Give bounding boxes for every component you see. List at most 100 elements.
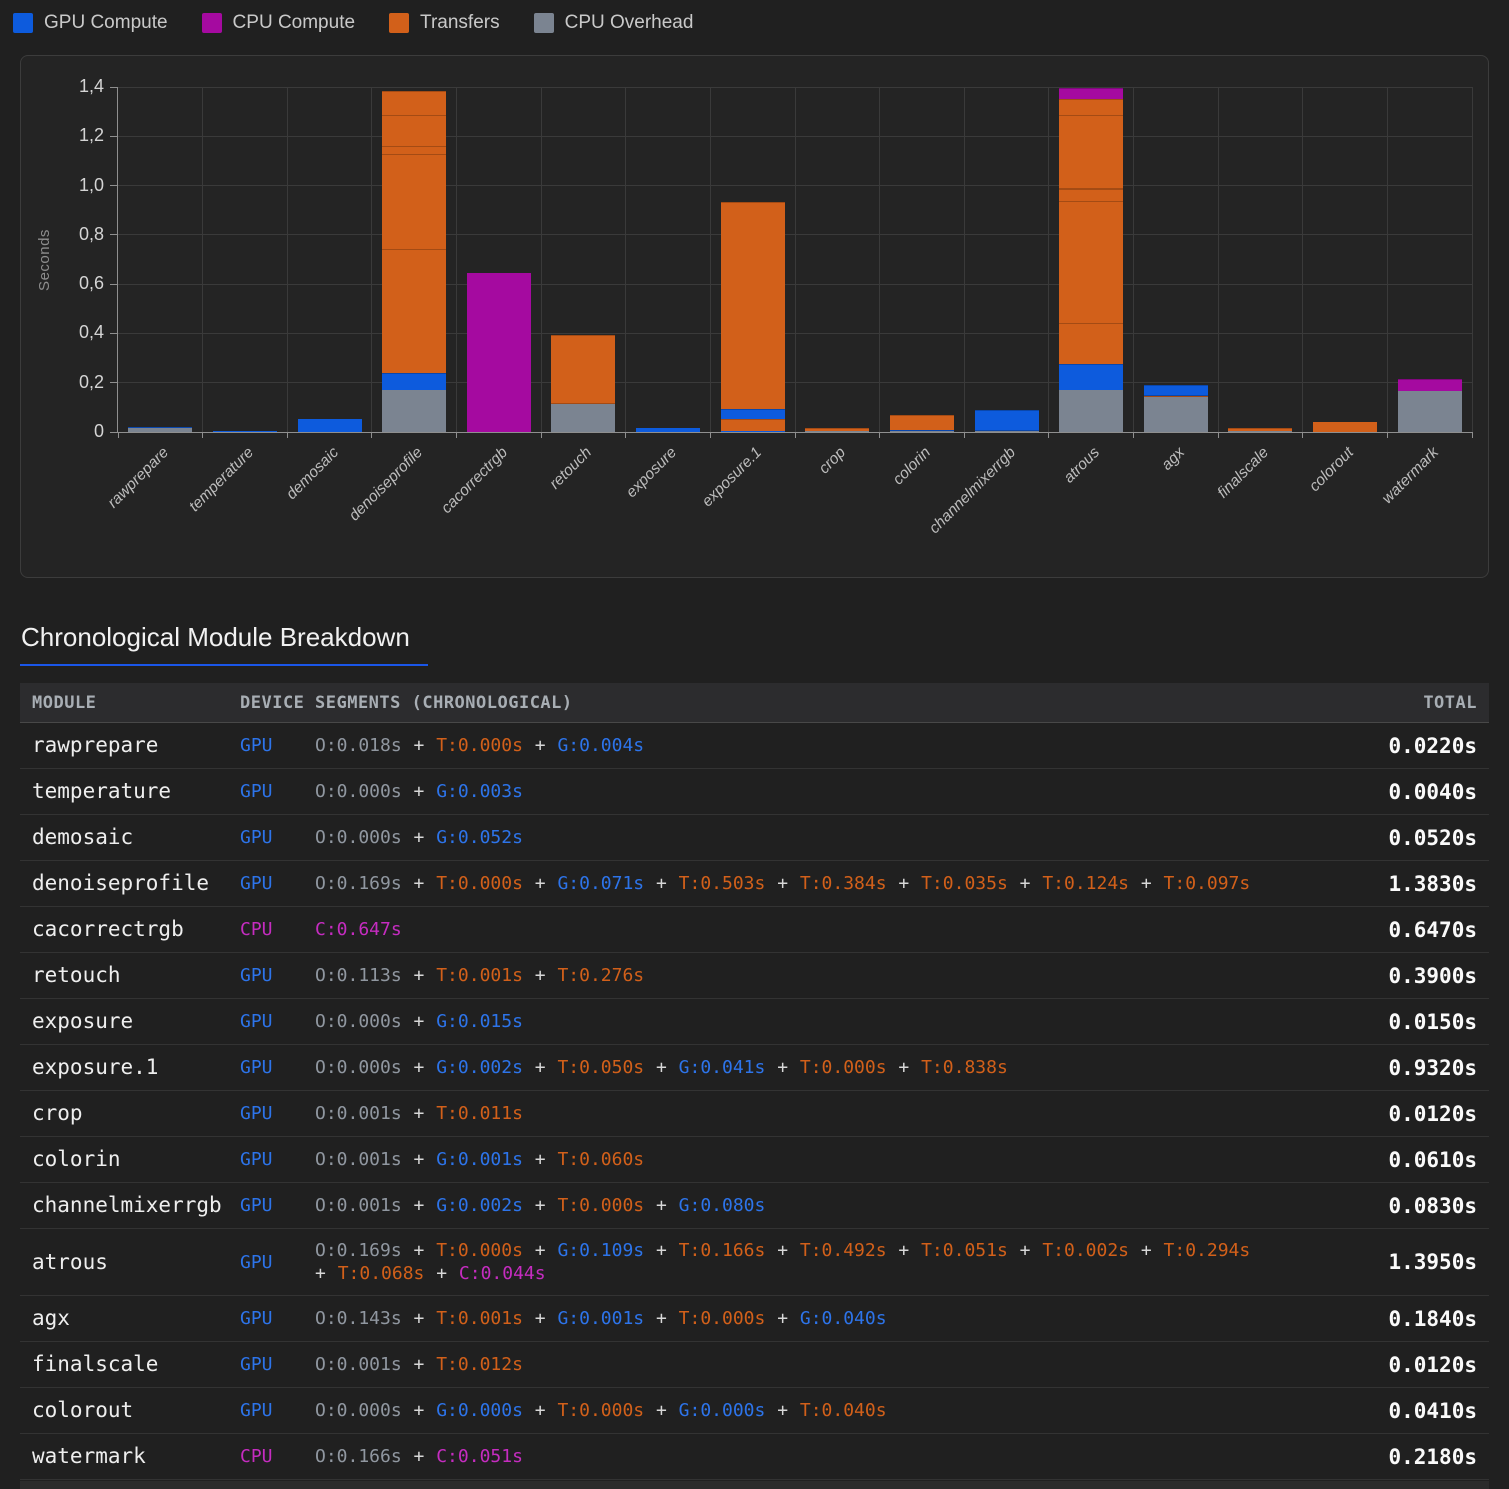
gridline-vertical <box>541 87 542 432</box>
segment-G: G:0.015s <box>436 1011 523 1032</box>
device-label: GPU <box>240 1388 315 1434</box>
bar-denoiseprofile <box>382 91 446 432</box>
segments-cell: O:0.001s + G:0.002s + T:0.000s + G:0.080… <box>315 1183 1279 1229</box>
segment-separator: + <box>402 965 437 986</box>
device-label: GPU <box>240 1342 315 1388</box>
x-tick-mark <box>1302 432 1303 438</box>
segment-G: G:0.080s <box>679 1195 766 1216</box>
segment-separator: + <box>402 1308 437 1329</box>
segment-separator: + <box>402 1149 437 1170</box>
device-label: GPU <box>240 1183 315 1229</box>
gridline-vertical <box>1048 87 1049 432</box>
bar-segment-G <box>382 373 446 390</box>
segment-T: T:0.068s <box>338 1263 425 1284</box>
segments-cell: O:0.000s + G:0.052s <box>315 815 1279 861</box>
bar-segment-O <box>1144 397 1208 432</box>
bar-segment-G <box>636 428 700 432</box>
segment-O: O:0.000s <box>315 1400 402 1421</box>
legend-item-G[interactable]: GPU Compute <box>13 12 168 34</box>
segment-O: O:0.000s <box>315 827 402 848</box>
segment-separator: + <box>644 1195 679 1216</box>
bar-temperature <box>213 431 277 432</box>
column-header-module: MODULE <box>20 683 240 723</box>
segment-T: T:0.050s <box>557 1057 644 1078</box>
bar-segment-C <box>1398 379 1462 392</box>
device-label: GPU <box>240 1137 315 1183</box>
x-tick-mark <box>795 432 796 438</box>
bar-segment-C <box>1059 88 1123 99</box>
segment-separator: + <box>765 1400 800 1421</box>
segment-T: T:0.051s <box>921 1240 1008 1261</box>
total-value: 0.1840s <box>1279 1296 1489 1342</box>
gridline-vertical <box>287 87 288 432</box>
table-row-exposure.1: exposure.1GPUO:0.000s + G:0.002s + T:0.0… <box>20 1045 1489 1091</box>
bar-segment-G <box>213 431 277 432</box>
device-label: GPU <box>240 1296 315 1342</box>
section-title: Chronological Module Breakdown <box>20 622 428 666</box>
module-name: exposure.1 <box>20 1045 240 1091</box>
segment-separator: + <box>402 1011 437 1032</box>
segment-T: T:0.097s <box>1164 873 1251 894</box>
table-row-channelmixerrgb: channelmixerrgbGPUO:0.001s + G:0.002s + … <box>20 1183 1489 1229</box>
bar-segment-G <box>721 409 785 419</box>
bar-segment-T <box>551 335 615 403</box>
x-tick-mark <box>287 432 288 438</box>
table-row-agx: agxGPUO:0.143s + T:0.001s + G:0.001s + T… <box>20 1296 1489 1342</box>
bar-segment-G <box>975 410 1039 430</box>
segments-cell: O:0.001s + T:0.012s <box>315 1342 1279 1388</box>
module-name: cacorrectrgb <box>20 907 240 953</box>
bar-demosaic <box>298 419 362 432</box>
bar-segment-T <box>382 249 446 373</box>
chart-plot: Seconds 00,20,40,60,81,01,21,4rawprepare… <box>117 87 1472 433</box>
legend-label: GPU Compute <box>44 12 168 34</box>
gridline-vertical <box>1218 87 1219 432</box>
gridline-vertical <box>625 87 626 432</box>
gridline-vertical <box>202 87 203 432</box>
legend-item-T[interactable]: Transfers <box>389 12 500 34</box>
gridline-vertical <box>1133 87 1134 432</box>
legend-label: CPU Overhead <box>565 12 694 34</box>
legend-item-O[interactable]: CPU Overhead <box>534 12 694 34</box>
total-value: 0.0410s <box>1279 1388 1489 1434</box>
segments-cell: O:0.001s + G:0.001s + T:0.060s <box>315 1137 1279 1183</box>
total-value: 0.0830s <box>1279 1183 1489 1229</box>
bar-segment-O <box>975 431 1039 432</box>
y-tick-label: 0,2 <box>40 372 104 393</box>
table-row-finalscale: finalscaleGPUO:0.001s + T:0.012s0.0120s <box>20 1342 1489 1388</box>
bar-atrous <box>1059 88 1123 432</box>
gridline-vertical <box>456 87 457 432</box>
segment-separator: + <box>887 1240 922 1261</box>
legend-swatch-icon <box>202 13 222 33</box>
bar-agx <box>1144 385 1208 432</box>
bar-colorout <box>1313 422 1377 432</box>
bar-crop <box>805 428 869 432</box>
segment-O: O:0.001s <box>315 1195 402 1216</box>
segment-separator: + <box>523 1057 558 1078</box>
gridline-vertical <box>964 87 965 432</box>
bar-finalscale <box>1228 428 1292 432</box>
table-row-denoiseprofile: denoiseprofileGPUO:0.169s + T:0.000s + G… <box>20 861 1489 907</box>
table-header-row: MODULE DEVICE SEGMENTS (CHRONOLOGICAL) T… <box>20 683 1489 723</box>
segment-separator: + <box>765 1240 800 1261</box>
legend-item-C[interactable]: CPU Compute <box>202 12 356 34</box>
segment-O: O:0.143s <box>315 1308 402 1329</box>
bar-segment-G <box>298 419 362 432</box>
segments-cell: O:0.000s + G:0.000s + T:0.000s + G:0.000… <box>315 1388 1279 1434</box>
bar-segment-O <box>551 404 615 432</box>
segment-separator: + <box>402 827 437 848</box>
segment-G: G:0.052s <box>436 827 523 848</box>
segment-separator: + <box>402 735 437 756</box>
legend-label: CPU Compute <box>233 12 356 34</box>
y-tick-mark <box>110 284 117 285</box>
module-name: crop <box>20 1091 240 1137</box>
legend-swatch-icon <box>534 13 554 33</box>
module-name: atrous <box>20 1229 240 1296</box>
y-tick-label: 1,2 <box>40 125 104 146</box>
column-header-segments: SEGMENTS (CHRONOLOGICAL) <box>315 683 1279 723</box>
segment-separator: + <box>765 1308 800 1329</box>
module-name: colorout <box>20 1388 240 1434</box>
module-name: watermark <box>20 1434 240 1480</box>
segment-C: C:0.044s <box>459 1263 546 1284</box>
segment-O: O:0.113s <box>315 965 402 986</box>
bar-segment-O <box>805 431 869 432</box>
